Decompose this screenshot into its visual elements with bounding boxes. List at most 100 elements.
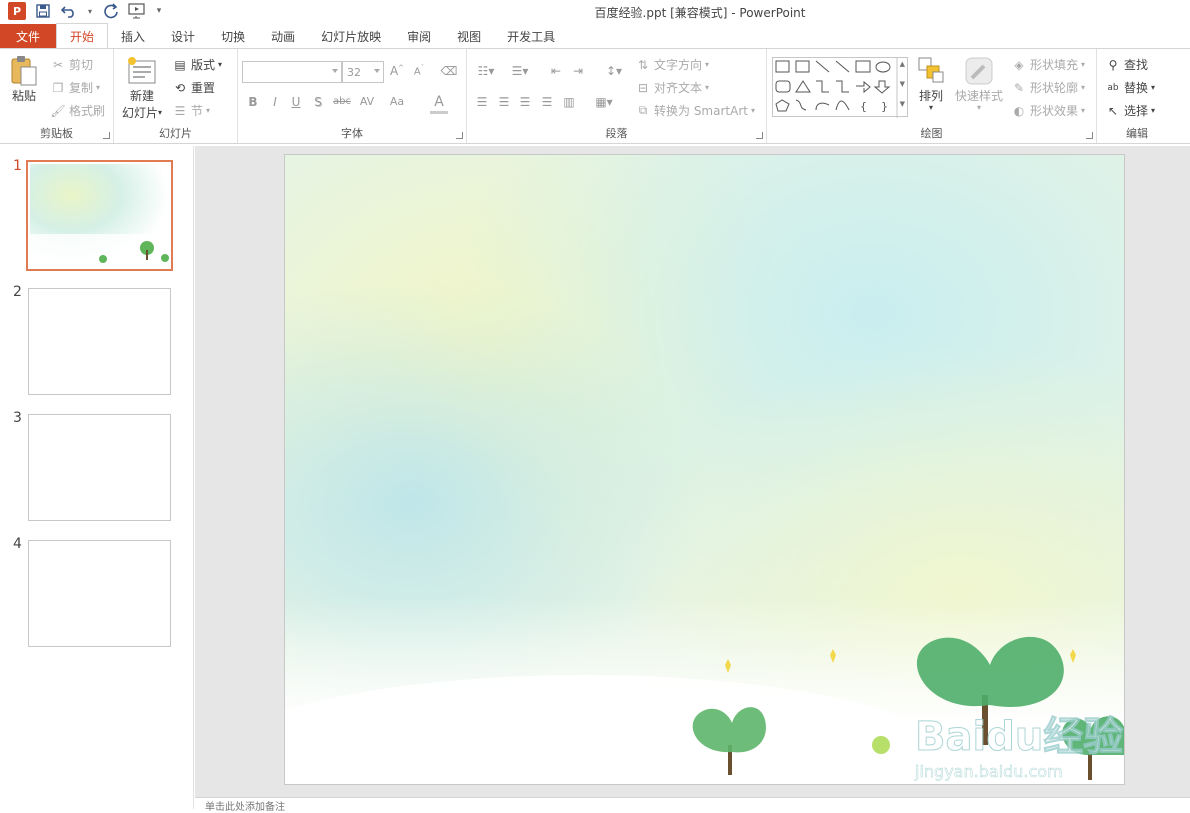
align-left-icon[interactable]: ☰ [473, 95, 491, 109]
tab-design[interactable]: 设计 [158, 24, 208, 49]
font-group-label: 字体 [341, 127, 363, 140]
quick-styles-label: 快速样式 [955, 89, 1004, 103]
tab-transitions[interactable]: 切换 [208, 24, 258, 49]
tab-developer[interactable]: 开发工具 [494, 24, 568, 49]
bold-button[interactable]: B [244, 95, 262, 109]
shape-outline-button[interactable]: ✎ 形状轮廓 ▾ [1011, 79, 1085, 96]
paste-button[interactable]: 粘贴 [8, 55, 40, 104]
shadow-button[interactable]: S [309, 95, 327, 109]
dropdown-arrow-icon: ▾ [96, 83, 101, 92]
grow-font-icon[interactable]: A^ [388, 64, 406, 78]
slide-thumbnail-3[interactable] [28, 414, 171, 521]
slide-thumbnail-1[interactable] [26, 160, 173, 271]
tab-animations[interactable]: 动画 [258, 24, 308, 49]
smartart-icon: ⧉ [638, 103, 648, 117]
convert-smartart-button[interactable]: ⧉ 转换为 SmartArt ▾ [635, 102, 755, 119]
slide-thumbnail-2[interactable] [28, 288, 171, 395]
shapes-gallery[interactable]: {} ▲ ▼ ▼ [772, 57, 908, 118]
clear-formatting-icon[interactable]: ⌫ [440, 64, 458, 78]
char-spacing-button[interactable]: AV [356, 95, 378, 108]
shape-effects-button[interactable]: ◐ 形状效果 ▾ [1011, 102, 1085, 119]
paragraph-launcher-icon[interactable] [756, 132, 763, 139]
new-slide-icon [126, 55, 158, 87]
replace-label: 替换 [1124, 81, 1149, 95]
svg-text:{: { [860, 100, 867, 113]
find-button[interactable]: ⚲ 查找 [1105, 56, 1148, 73]
underline-button[interactable]: U [287, 95, 305, 109]
distributed-icon[interactable]: ▥ [560, 95, 578, 109]
columns-icon[interactable]: ▦▾ [591, 95, 617, 109]
shape-fill-button[interactable]: ◈ 形状填充 ▾ [1011, 56, 1085, 73]
dropdown-arrow-icon: ▾ [750, 106, 755, 115]
layout-icon: ▤ [174, 57, 186, 72]
current-slide[interactable]: Baidu经验 jingyan.baidu.com [284, 154, 1125, 785]
quick-styles-button[interactable]: 快速样式 ▾ [955, 55, 1003, 112]
section-button[interactable]: ☰ 节 ▾ [172, 102, 210, 119]
ribbon-tabs: 文件 开始 插入 设计 切换 动画 幻灯片放映 审阅 视图 开发工具 [0, 23, 1190, 49]
increase-indent-icon[interactable]: ⇥ [569, 64, 587, 78]
gallery-expand-icon[interactable]: ▼ [900, 100, 905, 108]
tab-view[interactable]: 视图 [444, 24, 494, 49]
thumb-number-4: 4 [13, 536, 22, 552]
change-case-button[interactable]: Aa [386, 95, 408, 108]
dropdown-arrow-icon: ▾ [158, 108, 163, 117]
align-text-button[interactable]: ⊟ 对齐文本 ▾ [635, 79, 709, 96]
font-group: 32 A^ Aˇ ⌫ B I U S abc AV Aa A 字体 [238, 49, 467, 143]
pen-icon: ✎ [1013, 80, 1025, 95]
tab-home[interactable]: 开始 [56, 23, 109, 49]
slide-background: Baidu经验 jingyan.baidu.com [285, 155, 1124, 784]
font-color-button[interactable]: A [430, 94, 448, 114]
numbering-icon[interactable]: ☰▾ [507, 64, 533, 78]
new-slide-label-2: 幻灯片 [122, 106, 159, 120]
dropdown-arrow-icon: ▾ [218, 60, 223, 69]
layout-label: 版式 [191, 58, 216, 72]
cut-button[interactable]: ✂ 剪切 [50, 56, 93, 73]
reset-button[interactable]: ⟲ 重置 [172, 79, 215, 96]
align-right-icon[interactable]: ☰ [516, 95, 534, 109]
copy-button[interactable]: ❐ 复制 ▾ [50, 79, 100, 96]
tab-slideshow[interactable]: 幻灯片放映 [308, 24, 394, 49]
paste-icon [8, 55, 40, 87]
notes-pane[interactable]: 单击此处添加备注 [195, 797, 1190, 813]
font-launcher-icon[interactable] [456, 132, 463, 139]
justify-icon[interactable]: ☰ [538, 95, 556, 109]
shape-fill-label: 形状填充 [1030, 58, 1079, 72]
italic-button[interactable]: I [266, 95, 284, 109]
editing-group: ⚲ 查找 ab 替换 ▾ ↖ 选择 ▾ 编辑 [1097, 49, 1177, 143]
tab-insert[interactable]: 插入 [108, 24, 158, 49]
font-size-combo[interactable]: 32 [342, 61, 384, 83]
convert-smartart-label: 转换为 SmartArt [654, 104, 748, 118]
clipboard-launcher-icon[interactable] [103, 132, 110, 139]
shrink-font-icon[interactable]: Aˇ [410, 64, 428, 77]
drawing-launcher-icon[interactable] [1086, 132, 1093, 139]
thumb-number-2: 2 [13, 284, 22, 300]
format-painter-label: 格式刷 [69, 104, 106, 118]
text-direction-button[interactable]: ⇅ 文字方向 ▾ [635, 56, 709, 73]
bullets-icon[interactable]: ☷▾ [473, 64, 499, 78]
align-text-label: 对齐文本 [654, 81, 703, 95]
arrange-button[interactable]: 排列 ▾ [915, 55, 947, 112]
align-center-icon[interactable]: ☰ [495, 95, 513, 109]
tab-file[interactable]: 文件 [0, 24, 57, 49]
slide-thumbnail-4[interactable] [28, 540, 171, 647]
watermark-url: jingyan.baidu.com [914, 762, 1063, 781]
notes-placeholder: 单击此处添加备注 [205, 802, 285, 813]
arrange-icon [915, 55, 947, 87]
strikethrough-button[interactable]: abc [330, 96, 354, 107]
gallery-scroll-down-icon[interactable]: ▼ [900, 80, 905, 88]
tab-review[interactable]: 审阅 [394, 24, 444, 49]
gallery-scroll-up-icon[interactable]: ▲ [900, 60, 905, 68]
layout-button[interactable]: ▤ 版式 ▾ [172, 56, 222, 73]
dropdown-arrow-icon: ▾ [1151, 83, 1156, 92]
decrease-indent-icon[interactable]: ⇤ [547, 64, 565, 78]
dropdown-arrow-icon: ▾ [1081, 106, 1086, 115]
font-name-combo[interactable] [242, 61, 342, 83]
paste-label: 粘贴 [11, 89, 36, 103]
paragraph-group-label: 段落 [605, 127, 628, 140]
replace-button[interactable]: ab 替换 ▾ [1105, 79, 1155, 96]
title-bar: P ▾ ▾ 百度经验.ppt [兼容模式] - PowerPoint [0, 0, 1190, 24]
line-spacing-icon[interactable]: ↕▾ [601, 64, 627, 78]
new-slide-button[interactable]: 新建 幻灯片 ▾ [122, 55, 162, 121]
format-painter-button[interactable]: 🖌 格式刷 [50, 102, 105, 119]
select-button[interactable]: ↖ 选择 ▾ [1105, 102, 1155, 119]
